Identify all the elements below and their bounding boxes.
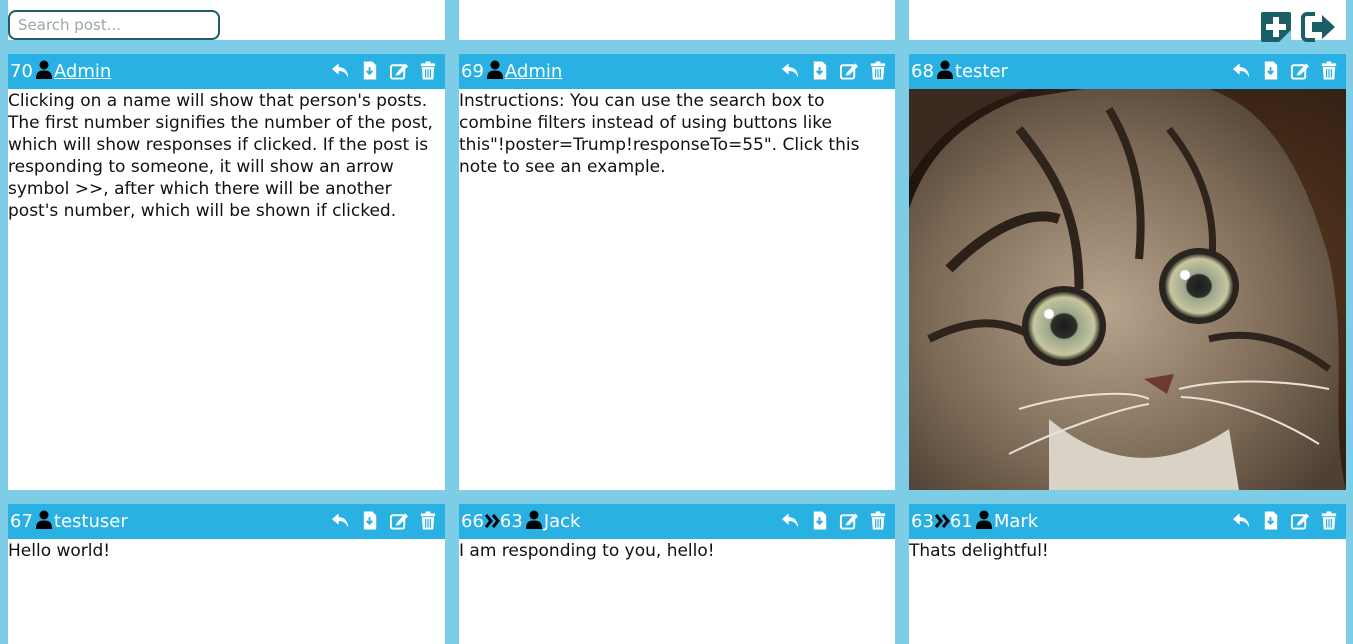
trash-icon[interactable] [418,60,438,81]
post-author[interactable]: Jack [544,511,581,532]
top-bar-middle [459,0,895,40]
post-author[interactable]: testuser [54,511,128,532]
edit-icon[interactable] [389,60,409,81]
file-download-icon[interactable] [810,60,830,81]
user-icon [975,510,992,529]
post-text[interactable]: I am responding to you, hello! [459,539,895,562]
kitten-photo[interactable] [909,89,1346,490]
new-post-icon[interactable] [1260,11,1293,43]
post-header: 66 63 Jack [459,504,895,539]
post-card: 66 63 Jack I am responding to you, hello… [459,504,895,644]
edit-icon[interactable] [839,510,859,531]
post-text[interactable]: Clicking on a name will show that person… [8,89,445,222]
post-number[interactable]: 63 [911,511,934,532]
post-header: 69 Admin [459,54,895,89]
post-actions [772,60,888,81]
post-header: 67 testuser [8,504,445,539]
response-to-number[interactable]: 63 [500,511,523,532]
file-download-icon[interactable] [1261,60,1281,81]
trash-icon[interactable] [868,510,888,531]
reply-icon[interactable] [331,510,351,531]
user-icon [525,510,542,529]
post-text[interactable]: Thats delightful! [909,539,1346,562]
post-card: 63 61 Mark Thats delightful! [909,504,1346,644]
post-number[interactable]: 67 [10,511,33,532]
response-to-number[interactable]: 61 [950,511,973,532]
file-download-icon[interactable] [810,510,830,531]
reply-icon[interactable] [781,510,801,531]
edit-icon[interactable] [389,510,409,531]
trash-icon[interactable] [418,510,438,531]
post-card: 68 tester [909,54,1346,490]
post-number[interactable]: 68 [911,61,934,82]
post-number[interactable]: 69 [461,61,484,82]
user-icon [936,60,953,79]
post-header: 63 61 Mark [909,504,1346,539]
post-actions [1223,60,1339,81]
reply-icon[interactable] [1232,60,1252,81]
post-card: 70 Admin Clicking on a name will show th… [8,54,445,490]
edit-icon[interactable] [1290,510,1310,531]
logout-icon[interactable] [1301,11,1337,43]
double-chevron-right-icon [484,513,500,528]
edit-icon[interactable] [839,60,859,81]
trash-icon[interactable] [1319,510,1339,531]
user-icon [35,60,52,79]
post-actions [322,60,438,81]
file-download-icon[interactable] [360,510,380,531]
trash-icon[interactable] [868,60,888,81]
post-actions [1223,510,1339,531]
post-card: 67 testuser Hello world! [8,504,445,644]
file-download-icon[interactable] [360,60,380,81]
search-input[interactable] [8,10,220,40]
reply-icon[interactable] [781,60,801,81]
post-text[interactable]: Instructions: You can use the search box… [459,89,895,178]
post-header: 68 tester [909,54,1346,89]
post-actions [772,510,888,531]
user-icon [35,510,52,529]
edit-icon[interactable] [1290,60,1310,81]
post-author[interactable]: Admin [505,61,562,82]
user-icon [486,60,503,79]
post-author[interactable]: tester [955,61,1008,82]
post-text[interactable]: Hello world! [8,539,445,562]
post-header: 70 Admin [8,54,445,89]
file-download-icon[interactable] [1261,510,1281,531]
reply-icon[interactable] [1232,510,1252,531]
post-actions [322,510,438,531]
post-author[interactable]: Mark [994,511,1038,532]
double-chevron-right-icon [934,513,950,528]
post-number[interactable]: 70 [10,61,33,82]
post-number[interactable]: 66 [461,511,484,532]
post-card: 69 Admin Instructions: You can use the s… [459,54,895,490]
trash-icon[interactable] [1319,60,1339,81]
post-author[interactable]: Admin [54,61,111,82]
reply-icon[interactable] [331,60,351,81]
